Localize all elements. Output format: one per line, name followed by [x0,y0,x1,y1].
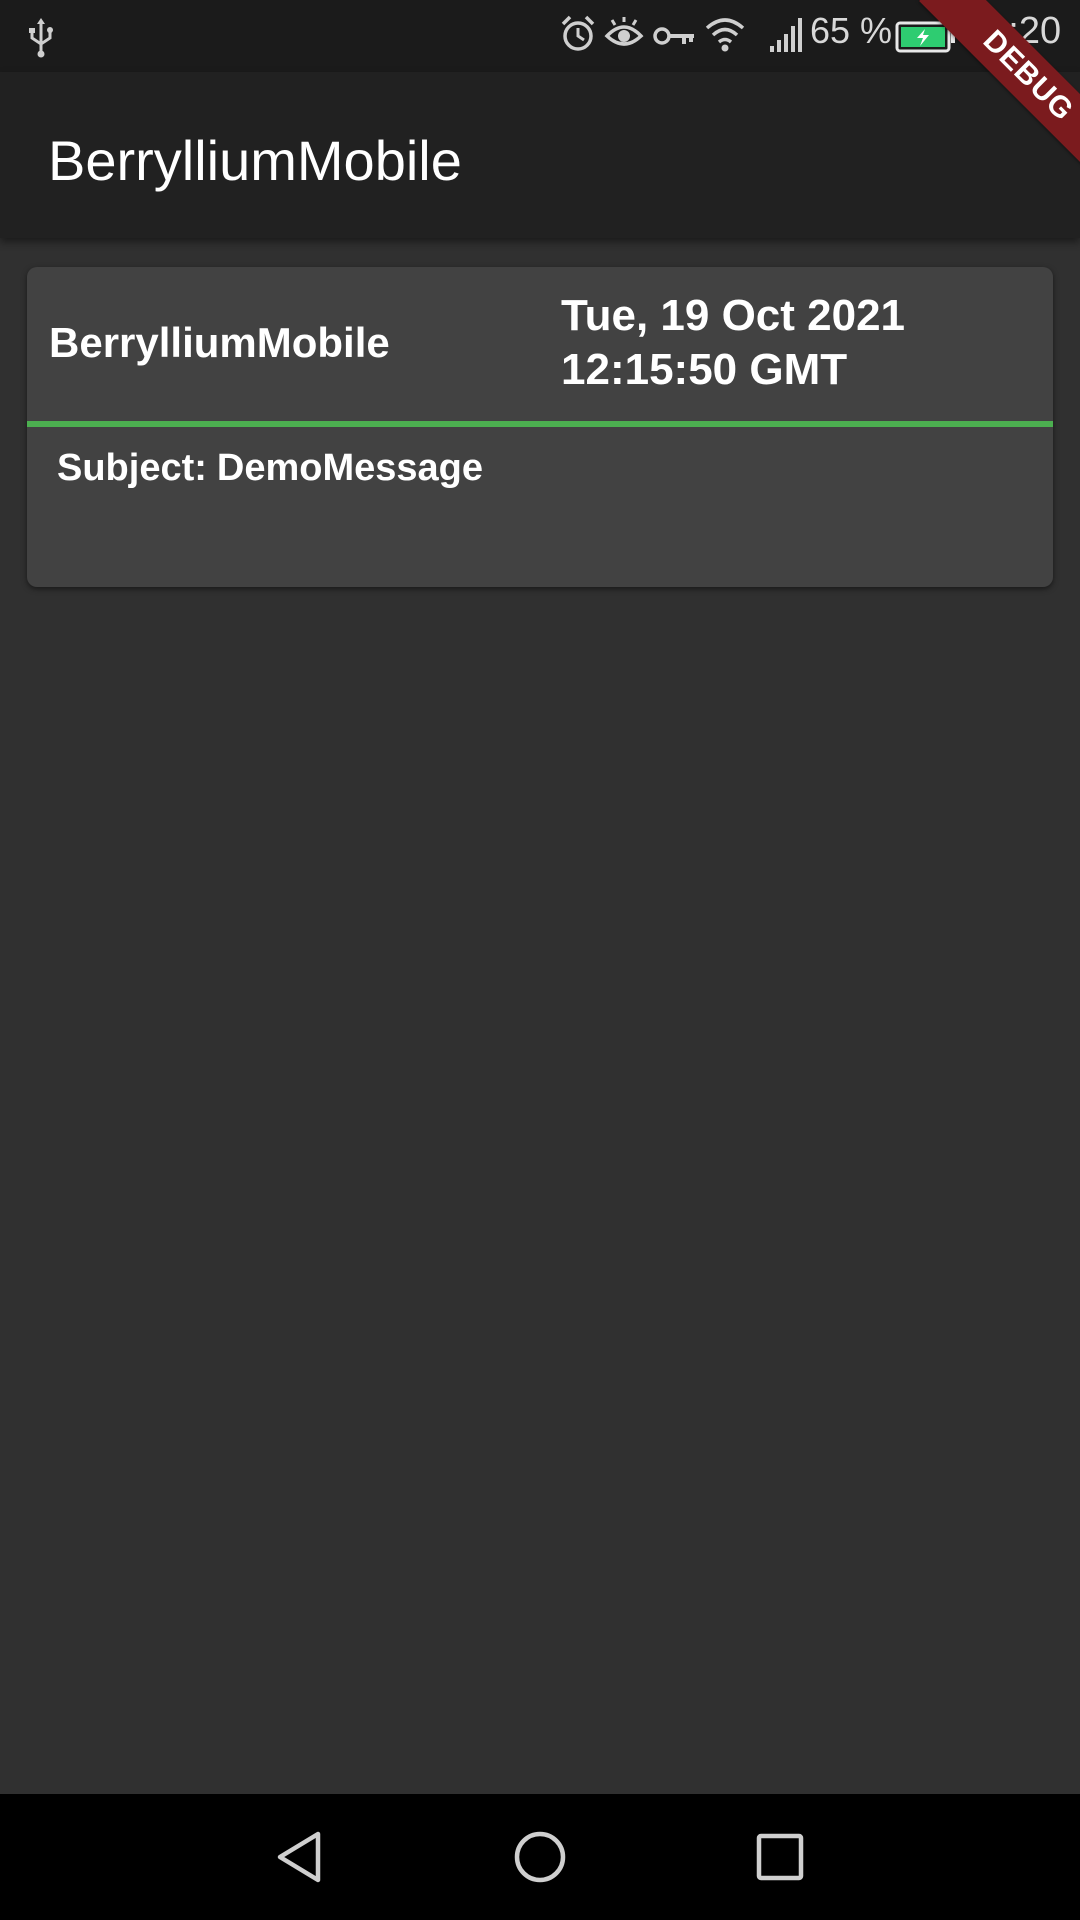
message-subject-value: DemoMessage [216,447,484,489]
usb-icon [29,18,53,58]
message-date: Tue, 19 Oct 2021 12:15:50 GMT [561,289,905,397]
message-subject-label: Subject: [57,447,207,489]
signal-icon [770,18,802,52]
home-icon[interactable] [507,1824,573,1890]
wifi-icon [705,18,745,52]
message-sender: BerrylliumMobile [49,319,390,366]
eye-icon [604,17,644,46]
message-card-header: BerrylliumMobile Tue, 19 Oct 2021 12:15:… [27,267,1053,421]
message-card-divider [27,421,1053,427]
message-card[interactable]: BerrylliumMobile Tue, 19 Oct 2021 12:15:… [27,267,1053,587]
battery-percent: 65 % [810,10,893,51]
message-subject: Subject: DemoMessage [57,447,483,490]
back-icon[interactable] [266,1824,332,1890]
alarm-icon [561,15,595,51]
status-bar: 65 % 12:20 [0,0,1080,72]
recents-icon[interactable] [747,1824,813,1890]
message-date-line1: Tue, 19 Oct 2021 [561,291,906,340]
message-date-line2: 12:15:50 GMT [561,345,848,394]
navigation-bar [0,1794,1080,1920]
app-bar: BerrylliumMobile [0,72,1080,238]
app-title: BerrylliumMobile [48,129,462,192]
vpn-key-icon [653,27,694,45]
